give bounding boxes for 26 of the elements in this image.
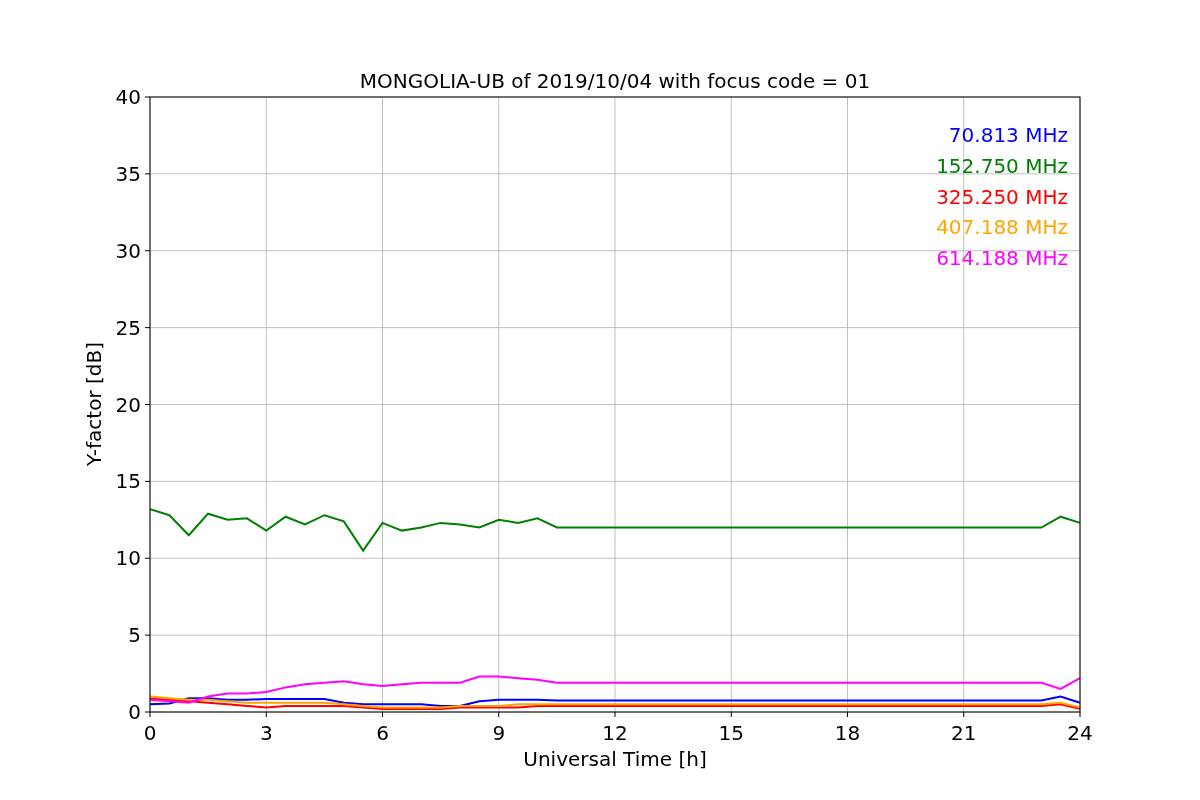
legend-label: 614.188 MHz [936,246,1068,271]
tick-label: 30 [115,238,141,263]
legend-label: 70.813 MHz [948,123,1068,147]
x-axis-label: Universal Time [h] [523,747,707,771]
tick-label: 15 [718,721,744,745]
tick-label: 18 [834,721,861,745]
tick-label: 9 [492,721,506,745]
tick-label: 15 [115,469,141,494]
tick-label: 3 [259,721,273,745]
tick-label: 0 [128,700,141,724]
tick-label: 0 [143,721,157,745]
tick-label: 20 [115,392,141,417]
legend-label: 407.188 MHz [936,215,1068,240]
chart-title: MONGOLIA-UB of 2019/10/04 with focus code = 01 [359,69,871,93]
tick-label: 6 [376,721,389,745]
tick-label: 25 [115,315,141,340]
tick-label: 10 [115,546,141,571]
tick-label: 35 [115,161,141,186]
legend-label: 152.750 MHz [936,153,1068,178]
tick-label: 40 [115,85,141,109]
tick-label: 12 [602,721,628,745]
y-axis-label: Y-factor [dB] [82,342,106,466]
tick-label: 5 [128,623,141,648]
tick-label: 24 [1067,721,1093,745]
legend-label: 325.250 MHz [936,184,1068,209]
tick-label: 21 [951,721,977,745]
